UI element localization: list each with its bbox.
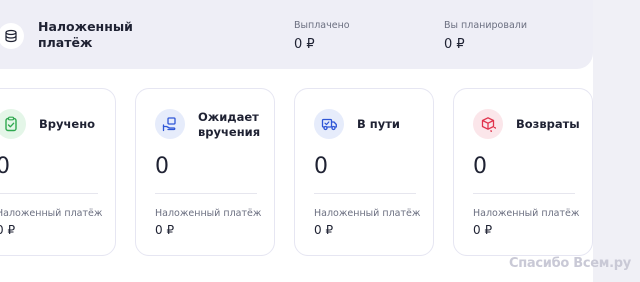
paid-stat: Выплачено 0 ₽ <box>294 20 350 53</box>
card-count: 0 <box>155 154 169 179</box>
divider <box>473 193 575 194</box>
card-sum: 0 ₽ <box>314 223 334 237</box>
cod-summary-panel: Наложенный платёж Выплачено 0 ₽ Вы плани… <box>0 0 593 69</box>
coins-stack-icon <box>0 23 24 49</box>
card-sub-label: Наложенный платёж <box>0 208 103 219</box>
clipboard-check-icon <box>0 109 26 139</box>
card-sub-label: Наложенный платёж <box>314 208 421 219</box>
truck-icon <box>314 109 344 139</box>
planned-stat: Вы планировали 0 ₽ <box>444 20 527 53</box>
card-in-transit[interactable]: В пути 0 Наложенный платёж 0 ₽ <box>294 88 434 256</box>
divider <box>155 193 257 194</box>
hand-package-icon <box>155 109 185 139</box>
paid-value: 0 ₽ <box>294 37 315 52</box>
card-count: 0 <box>314 154 328 179</box>
card-sum: 0 ₽ <box>155 223 175 237</box>
card-sum: 0 ₽ <box>473 223 493 237</box>
card-title: Ожидает вручения <box>198 110 261 139</box>
card-sum: 0 ₽ <box>0 223 16 237</box>
divider <box>314 193 416 194</box>
card-sub-label: Наложенный платёж <box>155 208 262 219</box>
card-title: В пути <box>357 117 400 131</box>
divider <box>0 193 98 194</box>
card-title: Вручено <box>39 117 96 131</box>
return-box-icon <box>473 109 503 139</box>
planned-value: 0 ₽ <box>444 37 465 52</box>
card-delivered[interactable]: Вручено 0 Наложенный платёж 0 ₽ <box>0 88 116 256</box>
card-returns[interactable]: Возвраты 0 Наложенный платёж 0 ₽ <box>453 88 593 256</box>
watermark: Спасибо Всем.ру <box>509 256 631 271</box>
card-count: 0 <box>473 154 487 179</box>
card-title: Возвраты <box>516 117 580 131</box>
paid-label: Выплачено <box>294 20 350 31</box>
card-sub-label: Наложенный платёж <box>473 208 580 219</box>
page-background-gutter <box>593 0 640 282</box>
planned-label: Вы планировали <box>444 20 528 31</box>
card-count: 0 <box>0 154 10 179</box>
card-awaiting-delivery[interactable]: Ожидает вручения 0 Наложенный платёж 0 ₽ <box>135 88 275 256</box>
summary-title: Наложенный платёж <box>38 19 133 50</box>
